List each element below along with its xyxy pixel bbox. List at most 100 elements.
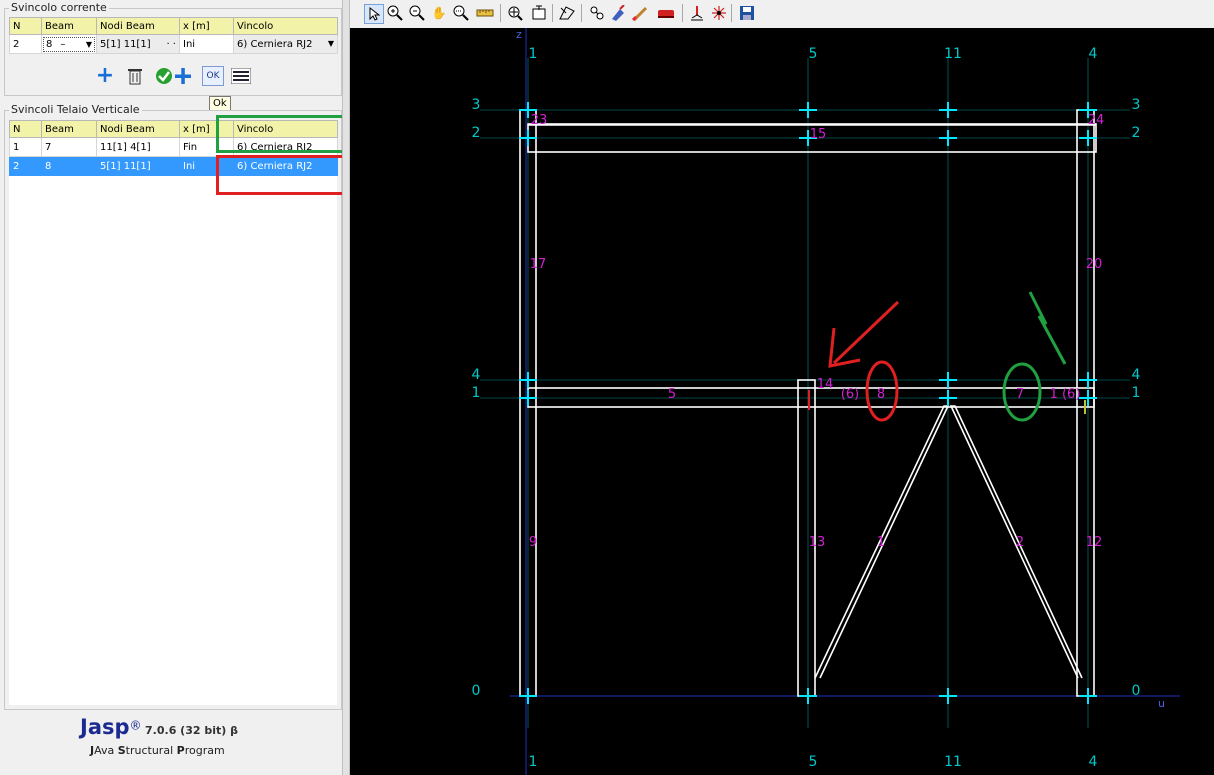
ok-tooltip: Ok (209, 96, 231, 111)
beam-label: 23 (531, 113, 548, 128)
beam-label: 24 (1088, 113, 1105, 128)
row-label: 3 (1132, 97, 1141, 113)
x-field[interactable]: Ini (179, 34, 234, 54)
cell-beam: 8 (41, 156, 97, 176)
beam-label: 2 (1016, 535, 1024, 550)
col-n: N (9, 120, 42, 138)
vincolo-select[interactable]: 6) Cerniera RJ2 ▼ (233, 34, 338, 54)
current-constraint-table: N Beam Nodi Beam x [m] Vincolo 2 8 – ▼ 5… (9, 17, 338, 54)
nodes-icon[interactable] (588, 4, 606, 22)
ok-button[interactable]: OK (202, 66, 224, 86)
vincolo-select-value: 6) Cerniera RJ2 (237, 38, 313, 50)
row-label: 3 (472, 97, 481, 113)
brand-version: 7.0.6 (32 bit) β (145, 724, 238, 737)
zoom-window-icon[interactable] (452, 4, 470, 22)
beam-label: (6) (841, 387, 859, 402)
color-icon[interactable] (656, 4, 674, 22)
frame-constraints-title: Svincoli Telaio Verticale (9, 103, 142, 116)
row-label: 0 (1132, 683, 1141, 699)
tagline-part: P (176, 744, 185, 757)
delete-button[interactable] (123, 65, 147, 87)
beam-label: 14 (817, 377, 834, 392)
pan-icon[interactable]: ✋ (430, 4, 448, 22)
zoom-in-icon[interactable] (386, 4, 404, 22)
column-label: 11 (944, 46, 962, 62)
col-n: N (9, 17, 42, 35)
support-icon[interactable] (688, 4, 706, 22)
chevron-down-icon[interactable]: ▼ (328, 39, 334, 48)
trash-icon (128, 69, 142, 85)
chevron-down-icon[interactable]: ▼ (86, 40, 92, 49)
cell-nodes: 5[1] 11[1] (96, 156, 180, 176)
column-label: 1 (529, 754, 538, 770)
beam-label: 8 (877, 387, 885, 402)
paint-icon[interactable] (610, 4, 628, 22)
tagline-part: tructural (125, 744, 177, 757)
red-arrow (832, 300, 900, 365)
column-label: 11 (944, 754, 962, 770)
rotate-icon[interactable] (558, 4, 576, 22)
col-nodes: Nodi Beam (96, 17, 180, 35)
zoom-extents-icon[interactable] (530, 4, 548, 22)
structure-canvas[interactable]: z u 1 1 5 5 11 11 4 4 3 3 2 2 4 4 1 1 0 0 23 15 24 17 20 5 14 (6) 8 7… (350, 28, 1214, 775)
brush-icon[interactable] (632, 4, 650, 22)
column-label: 5 (809, 754, 818, 770)
confirm-add-button[interactable] (152, 65, 196, 87)
green-highlight-box (216, 115, 352, 153)
toolbar-separator (500, 4, 501, 22)
row-label: 1 (1132, 385, 1141, 401)
column-label: 5 (809, 46, 818, 62)
list-button[interactable] (230, 66, 252, 86)
save-icon[interactable] (738, 4, 756, 22)
col-vincolo: Vincolo (233, 17, 338, 35)
zoom-fit-icon[interactable] (506, 4, 524, 22)
brand-name: Jasp (80, 715, 130, 739)
nodes-select-value: 5[1] 11[1] (100, 38, 151, 50)
nodes-select-suffix: · · (166, 38, 176, 50)
table-header: N Beam Nodi Beam x [m] Vincolo (9, 17, 338, 35)
check-plus-icon (156, 68, 191, 84)
pointer-icon[interactable] (364, 4, 384, 24)
toolbar: ✋ (350, 0, 1214, 28)
red-highlight-box (216, 155, 352, 195)
toolbar-separator (682, 4, 683, 22)
cell-nodes: 11[1] 4[1] (96, 137, 180, 157)
frame-constraints-list-bg (9, 120, 337, 705)
toolbar-separator (731, 4, 732, 22)
row-label: 4 (1132, 367, 1141, 383)
nodes-select[interactable]: 5[1] 11[1] · · (96, 34, 180, 54)
panel-splitter[interactable] (342, 0, 350, 775)
tagline-part: S (117, 744, 126, 757)
beam-label: 12 (1086, 535, 1103, 550)
beam-floor (527, 387, 1095, 408)
row-label: 4 (472, 367, 481, 383)
beam-label: 15 (810, 127, 827, 142)
beam-select[interactable]: 8 – ▼ (41, 34, 97, 54)
beam-label: 20 (1086, 257, 1103, 272)
col-beam: Beam (41, 120, 97, 138)
table-row[interactable]: 2 8 – ▼ 5[1] 11[1] · · Ini 6) Cerniera R… (9, 34, 338, 54)
row-label: 2 (472, 125, 481, 141)
cell-n: 2 (9, 156, 42, 176)
frame-drawing[interactable]: zu11551111443 32 24 41 10 023152417 20514(6) 8 7… (350, 28, 1214, 775)
zoom-out-icon[interactable] (408, 4, 426, 22)
plus-icon: + (95, 63, 115, 88)
beam-label: 13 (809, 535, 826, 550)
brand-block: Jasp® 7.0.6 (32 bit) β (80, 715, 238, 739)
row-label: 1 (472, 385, 481, 401)
add-button[interactable]: + (93, 65, 117, 87)
cell-n: 1 (9, 137, 42, 157)
left-panel: Svincolo corrente N Beam Nodi Beam x [m]… (0, 0, 352, 775)
tagline-part: rogram (184, 744, 225, 757)
beam-label: 7 (1016, 387, 1024, 402)
current-constraint-title: Svincolo corrente (9, 1, 109, 14)
toolbar-separator (552, 4, 553, 22)
axis-label: u (1158, 697, 1165, 710)
brand-tagline: JAva Structural Program (90, 744, 225, 757)
axis-label: z (516, 28, 522, 41)
column-label: 4 (1089, 46, 1098, 62)
tagline-part: Ava (94, 744, 118, 757)
star-node-icon[interactable] (710, 4, 728, 22)
measure-icon[interactable] (476, 4, 494, 22)
col-beam: Beam (41, 17, 97, 35)
